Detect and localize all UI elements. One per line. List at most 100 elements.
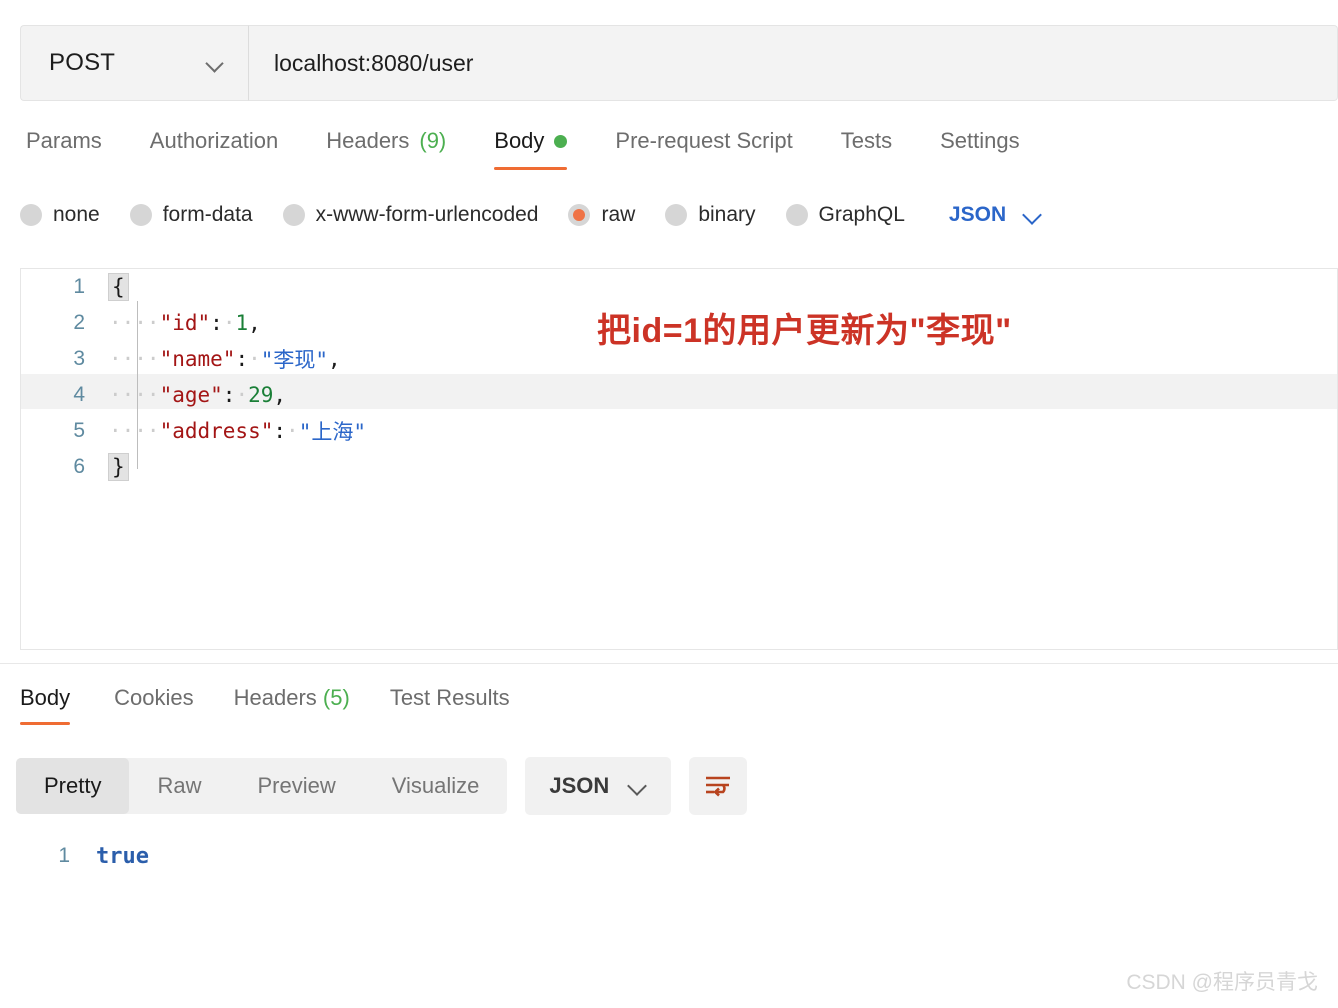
- url-input[interactable]: localhost:8080/user: [248, 25, 1338, 101]
- editor-line: 1 {: [21, 269, 1337, 305]
- editor-line: 5 ···· "address" : · "上海": [21, 413, 1337, 449]
- json-comma: ,: [328, 347, 341, 371]
- line-number: 4: [73, 383, 85, 406]
- json-value: "上海": [298, 420, 366, 444]
- tab-label: Headers: [326, 128, 410, 153]
- tab-label: Cookies: [114, 685, 194, 710]
- body-present-dot-icon: [554, 134, 568, 148]
- tab-authorization[interactable]: Authorization: [126, 128, 302, 170]
- tab-settings[interactable]: Settings: [916, 128, 1044, 170]
- json-colon: :: [210, 311, 223, 335]
- json-key: "address": [159, 419, 274, 443]
- tab-label: Headers: [233, 685, 317, 710]
- tab-count: (9): [419, 128, 447, 153]
- view-mode-label: Pretty: [44, 773, 102, 798]
- json-value: "李现": [260, 348, 329, 372]
- view-mode-preview[interactable]: Preview: [229, 758, 363, 814]
- radio-none[interactable]: none: [20, 203, 100, 227]
- radio-label: none: [53, 203, 100, 226]
- response-view-mode-group: Pretty Raw Preview Visualize: [16, 758, 508, 814]
- url-bar: POST localhost:8080/user: [20, 25, 1338, 101]
- radio-raw[interactable]: raw: [568, 203, 635, 227]
- request-tabs: Params Authorization Headers (9) Body Pr…: [20, 128, 1044, 170]
- radio-label: x-www-form-urlencoded: [315, 203, 539, 226]
- editor-lines: 1 { 2 ···· "id" : · 1 , 3 ···· "name" : …: [21, 269, 1337, 485]
- editor-line-active: 4 ···· "age" : · 29 ,: [21, 377, 1337, 413]
- response-format-selector[interactable]: JSON: [525, 757, 672, 815]
- tab-body[interactable]: Body: [470, 128, 591, 170]
- whitespace-dot: ·: [286, 419, 299, 443]
- annotation-text: 把id=1的用户更新为"李现": [597, 312, 1012, 350]
- tab-label: Body: [20, 685, 71, 710]
- active-tab-indicator: [20, 722, 71, 725]
- json-value: 1: [235, 311, 249, 335]
- tab-label: Pre-request Script: [615, 128, 793, 153]
- radio-selected-icon: [568, 204, 591, 226]
- radio-icon: [785, 204, 808, 226]
- line-number: 6: [73, 455, 85, 478]
- view-mode-label: Raw: [157, 773, 202, 798]
- whitespace-dots: ····: [109, 383, 160, 407]
- response-tab-body[interactable]: Body: [16, 685, 94, 725]
- tab-tests[interactable]: Tests: [817, 128, 916, 170]
- json-brace-close: }: [108, 453, 129, 481]
- chevron-down-icon: [206, 54, 224, 72]
- json-key: "age": [159, 383, 223, 407]
- chevron-down-icon: [629, 777, 647, 795]
- whitespace-dot: ·: [248, 347, 261, 371]
- json-key: "id": [159, 311, 211, 335]
- tab-pre-request-script[interactable]: Pre-request Script: [591, 128, 816, 170]
- raw-format-selector[interactable]: JSON: [949, 203, 1042, 227]
- radio-form-data[interactable]: form-data: [129, 203, 253, 227]
- url-value: localhost:8080/user: [274, 49, 474, 76]
- chevron-down-icon: [1024, 206, 1042, 224]
- json-colon: :: [222, 383, 236, 407]
- view-mode-raw[interactable]: Raw: [129, 758, 229, 814]
- radio-graphql[interactable]: GraphQL: [785, 203, 905, 227]
- active-tab-indicator: [494, 167, 568, 170]
- whitespace-dots: ····: [109, 347, 160, 371]
- tab-label: Params: [26, 128, 102, 153]
- word-wrap-button[interactable]: [689, 757, 748, 815]
- tab-headers[interactable]: Headers (9): [302, 128, 470, 170]
- tab-label: Settings: [940, 128, 1020, 153]
- whitespace-dots: ····: [109, 311, 160, 335]
- line-number: 2: [73, 311, 85, 334]
- json-value: 29: [248, 383, 274, 407]
- radio-icon: [665, 204, 688, 226]
- json-colon: :: [235, 347, 249, 371]
- radio-icon: [20, 204, 42, 226]
- view-mode-pretty[interactable]: Pretty: [16, 758, 130, 814]
- response-tabs: Body Cookies Headers (5) Test Results: [16, 685, 530, 725]
- tab-label: Authorization: [149, 128, 279, 153]
- json-colon: :: [273, 419, 287, 443]
- tab-label: Test Results: [389, 685, 510, 710]
- editor-line: 6 }: [21, 449, 1337, 485]
- radio-label: form-data: [162, 203, 253, 226]
- tab-params[interactable]: Params: [20, 128, 126, 170]
- whitespace-dot: ·: [222, 311, 236, 335]
- line-number: 3: [73, 347, 85, 370]
- json-comma: ,: [248, 311, 261, 335]
- json-comma: ,: [273, 383, 287, 407]
- response-view-toolbar: Pretty Raw Preview Visualize JSON: [16, 757, 748, 815]
- radio-label: binary: [698, 203, 756, 226]
- response-line: 1 true: [0, 838, 1338, 874]
- http-method-selector[interactable]: POST: [20, 25, 248, 101]
- view-mode-label: Visualize: [391, 773, 480, 798]
- response-body-viewer[interactable]: 1 true: [0, 838, 1338, 874]
- raw-format-label: JSON: [948, 203, 1007, 226]
- radio-label: raw: [601, 203, 636, 226]
- postman-request-response-view: POST localhost:8080/user Params Authoriz…: [0, 0, 1338, 1008]
- response-format-label: JSON: [549, 773, 610, 798]
- view-mode-visualize[interactable]: Visualize: [364, 758, 508, 814]
- tab-count: (5): [322, 685, 350, 710]
- radio-binary[interactable]: binary: [665, 203, 756, 227]
- line-number: 5: [73, 419, 85, 442]
- response-tab-test-results[interactable]: Test Results: [370, 685, 530, 725]
- http-method-label: POST: [49, 49, 116, 76]
- whitespace-dot: ·: [235, 383, 249, 407]
- response-tab-headers[interactable]: Headers (5): [214, 685, 370, 725]
- response-tab-cookies[interactable]: Cookies: [94, 685, 213, 725]
- radio-x-www-form-urlencoded[interactable]: x-www-form-urlencoded: [282, 203, 539, 227]
